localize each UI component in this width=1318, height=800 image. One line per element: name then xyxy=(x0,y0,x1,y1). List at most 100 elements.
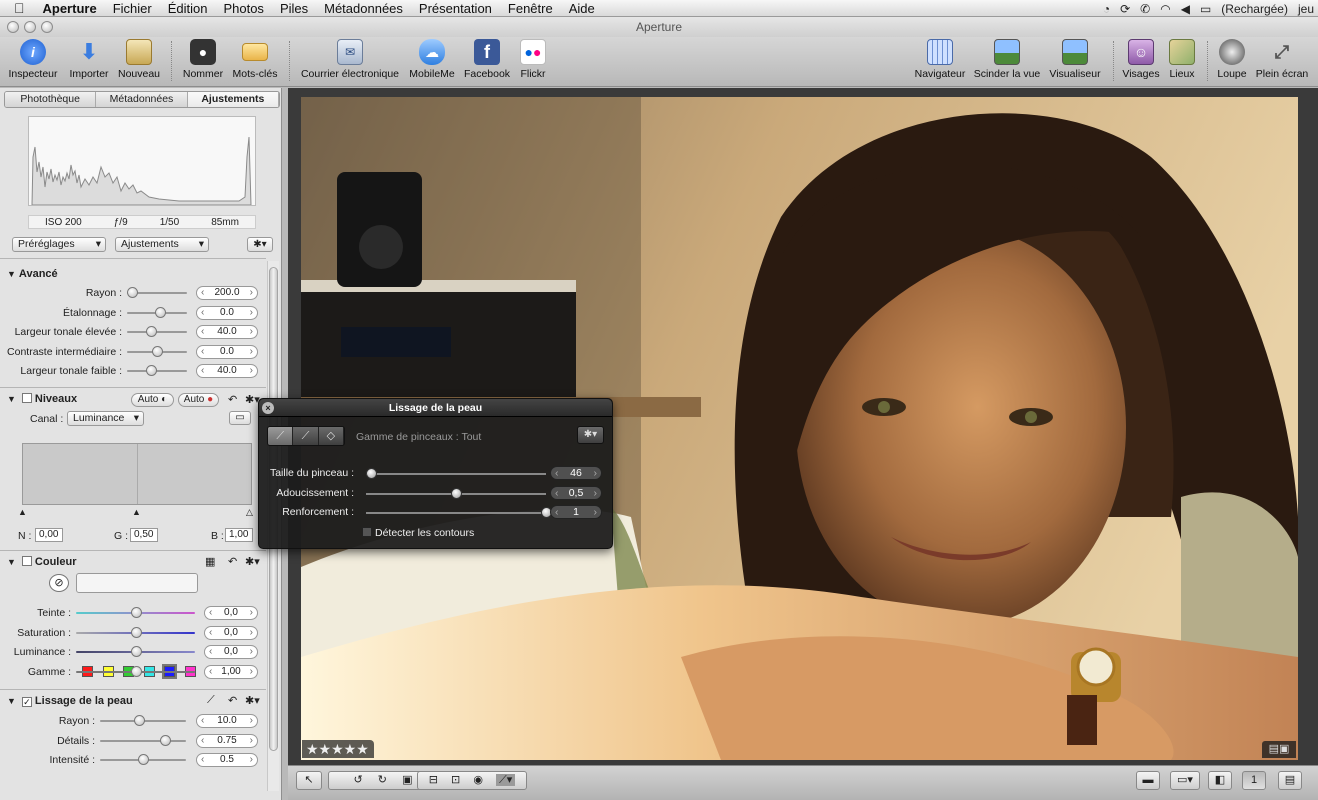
brush-eraser-icon[interactable]: ◇ xyxy=(318,427,344,445)
menu-view[interactable]: Présentation xyxy=(411,1,500,16)
slider-knob[interactable] xyxy=(130,665,142,677)
hud-close-button[interactable]: × xyxy=(262,402,274,414)
color-enable-checkbox[interactable] xyxy=(21,556,32,566)
split-view-button[interactable]: Scinder la vue xyxy=(973,39,1041,80)
status-phone-icon[interactable]: ✆ xyxy=(1140,2,1150,16)
menu-window[interactable]: Fenêtre xyxy=(500,1,561,16)
email-button[interactable]: ✉ Courrier électronique xyxy=(298,39,402,80)
loupe-button[interactable]: Loupe xyxy=(1214,39,1250,80)
slider-knob[interactable] xyxy=(159,734,171,746)
minimize-window-button[interactable] xyxy=(24,21,36,33)
gear-icon[interactable]: ✱▾ xyxy=(245,555,260,568)
eyedropper-icon[interactable]: ⊘ xyxy=(49,574,69,592)
disclosure-triangle-icon[interactable]: ▼ xyxy=(7,394,16,404)
status-wifi-icon[interactable]: ◠ xyxy=(1160,2,1170,16)
slider-value[interactable]: 0,0 xyxy=(204,645,258,659)
mobileme-button[interactable]: ☁ MobileMe xyxy=(408,39,456,80)
slider-value[interactable]: 1,00 xyxy=(204,664,258,679)
b-value-field[interactable]: 1,00 xyxy=(225,528,253,542)
strength-track[interactable] xyxy=(366,512,546,514)
flickr-button[interactable]: ● ● Flickr xyxy=(516,39,550,80)
reset-arrow-icon[interactable]: ↶ xyxy=(228,694,237,707)
slider-value[interactable]: 0.0 xyxy=(196,305,258,320)
disclosure-triangle-icon[interactable]: ▼ xyxy=(7,269,16,279)
rating-stars[interactable]: ★★★★★ xyxy=(302,740,374,758)
faces-button[interactable]: ☺ Visages xyxy=(1120,39,1162,80)
brush-tool-icon[interactable]: ⟋▾ xyxy=(496,774,516,786)
menu-edit[interactable]: Édition xyxy=(160,1,216,16)
black-point-handle[interactable]: ▲ xyxy=(18,507,27,517)
keywords-button[interactable]: Mots-clés xyxy=(230,39,280,80)
brush-icon[interactable]: ⟋ xyxy=(207,694,215,707)
slider-track[interactable] xyxy=(127,370,187,372)
brush-size-slider[interactable] xyxy=(366,468,378,479)
battery-status[interactable]: (Rechargée) xyxy=(1221,2,1288,16)
slider-knob[interactable] xyxy=(146,326,157,337)
status-timemachine-icon[interactable]: ◔ xyxy=(1103,2,1110,16)
presets-popup[interactable]: Préréglages xyxy=(12,237,106,252)
softness-value[interactable]: 0,5 xyxy=(550,486,602,500)
brush-size-value[interactable]: 46 xyxy=(550,466,602,480)
menu-app[interactable]: Aperture xyxy=(35,1,105,16)
straighten-icon[interactable]: ⊟ xyxy=(429,774,438,786)
viewer-button[interactable]: Visualiseur xyxy=(1046,39,1104,80)
viewer-single-icon[interactable]: 1 xyxy=(1242,771,1266,790)
slider-value[interactable]: 200.0 xyxy=(196,286,258,300)
slider-value[interactable]: 0.75 xyxy=(196,733,258,748)
viewer-mode-primary-icon[interactable]: ▬ xyxy=(1136,771,1160,790)
slider-value[interactable]: 40.0 xyxy=(196,325,258,339)
battery-icon[interactable]: ▭ xyxy=(1200,2,1211,16)
crop-icon[interactable]: ⊡ xyxy=(451,774,460,786)
viewer-mode-stacks-icon[interactable]: ▭▾ xyxy=(1170,771,1200,790)
detect-edges-option[interactable]: Détecter les contours xyxy=(359,527,474,539)
viewer-mode-secondary-icon[interactable]: ◧ xyxy=(1208,771,1232,790)
fullscreen-button[interactable]: ⤢ Plein écran xyxy=(1255,39,1309,81)
disclosure-triangle-icon[interactable]: ▼ xyxy=(7,696,16,706)
zoom-window-button[interactable] xyxy=(41,21,53,33)
slider-knob[interactable] xyxy=(133,715,145,726)
new-button[interactable]: Nouveau xyxy=(116,39,162,80)
softness-slider[interactable] xyxy=(451,488,462,499)
stack-icon[interactable]: ▣ xyxy=(402,774,412,786)
disclosure-triangle-icon[interactable]: ▼ xyxy=(7,557,16,567)
red-eye-icon[interactable]: ◉ xyxy=(473,774,483,786)
strength-value[interactable]: 1 xyxy=(550,505,602,519)
navigator-button[interactable]: Navigateur xyxy=(912,39,968,80)
brush-size-track[interactable] xyxy=(366,473,546,475)
tab-metadata[interactable]: Métadonnées xyxy=(96,92,188,107)
reset-arrow-icon[interactable]: ↶ xyxy=(228,393,237,406)
rotate-left-icon[interactable]: ↺ xyxy=(354,774,363,786)
adjustments-popup[interactable]: Ajustements xyxy=(115,237,209,252)
menu-photos[interactable]: Photos xyxy=(215,1,271,16)
facebook-button[interactable]: f Facebook xyxy=(463,39,511,80)
slider-track[interactable] xyxy=(100,739,186,742)
gear-menu-button[interactable]: ✱▾ xyxy=(247,237,273,252)
slider-knob[interactable] xyxy=(152,345,163,357)
places-button[interactable]: Lieux xyxy=(1166,39,1198,80)
n-value-field[interactable]: 0,00 xyxy=(35,528,63,542)
brush-feather-icon[interactable]: ⟋ xyxy=(293,427,319,445)
reset-arrow-icon[interactable]: ↶ xyxy=(228,555,237,568)
levels-auto-rgb-button[interactable]: Auto ● xyxy=(178,393,219,407)
color-grid-icon[interactable]: ▦ xyxy=(205,555,215,568)
advanced-header[interactable]: ▼ Avancé xyxy=(0,265,266,283)
gray-point-handle[interactable]: ▲ xyxy=(132,507,141,517)
apple-menu-icon[interactable]:  xyxy=(0,0,35,16)
levels-auto-luminance-button[interactable]: Auto ◐ xyxy=(131,393,174,407)
slider-knob[interactable] xyxy=(126,287,138,298)
slider-value[interactable]: 0.5 xyxy=(196,753,258,767)
hud-gear-button[interactable]: ✱▾ xyxy=(577,426,604,444)
selection-tool-icon[interactable]: ↖ xyxy=(296,771,322,790)
user-menu[interactable]: jeu xyxy=(1298,2,1314,16)
channel-popup[interactable]: Luminance xyxy=(67,411,144,426)
slider-knob[interactable] xyxy=(138,754,149,765)
name-button[interactable]: ● Nommer xyxy=(180,39,226,80)
g-value-field[interactable]: 0,50 xyxy=(130,528,158,542)
slider-value[interactable]: 0,0 xyxy=(204,625,258,640)
metadata-overlay-icon[interactable]: ▤▣ xyxy=(1262,741,1296,758)
levels-enable-checkbox[interactable] xyxy=(21,393,32,403)
color-header[interactable]: ▼ Couleur xyxy=(0,553,266,571)
slider-knob[interactable] xyxy=(146,365,157,376)
slider-value[interactable]: 10.0 xyxy=(196,714,258,728)
menu-stacks[interactable]: Piles xyxy=(272,1,316,16)
